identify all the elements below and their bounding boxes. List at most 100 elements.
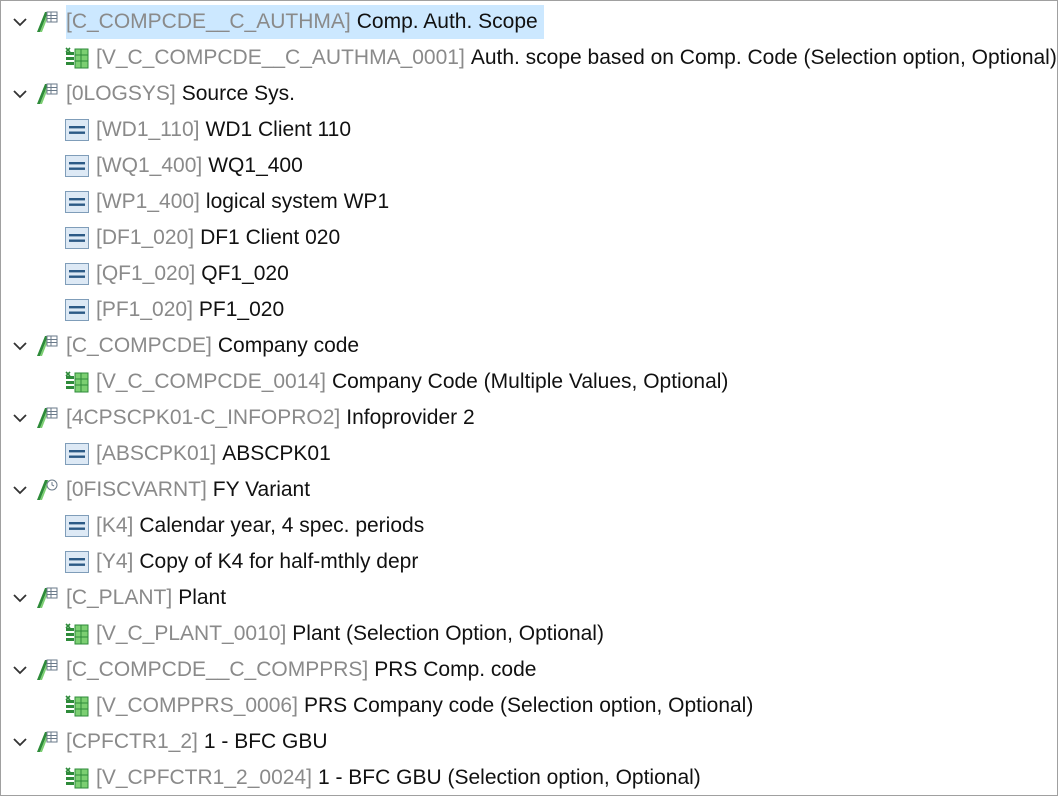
value-icon <box>64 225 90 251</box>
variable-icon <box>64 369 90 395</box>
description: PRS Comp. code <box>374 658 537 681</box>
tree-node-label: [WQ1_400] WQ1_400 <box>96 149 303 183</box>
chevron-down-icon[interactable] <box>6 652 34 688</box>
tree-child-node[interactable]: [WQ1_400] WQ1_400 <box>2 148 1056 184</box>
technical-name: [V_C_COMPCDE_0014] <box>96 370 326 393</box>
description: 1 - BFC GBU <box>203 730 328 753</box>
technical-name: [4CPSCPK01-C_INFOPRO2] <box>66 406 341 429</box>
tree-view[interactable]: [C_COMPCDE__C_AUTHMA] Comp. Auth. Scope [V… <box>0 0 1058 796</box>
tree-child-node[interactable]: [V_CPFCTR1_2_0024] 1 - BFC GBU (Selection… <box>2 760 1056 795</box>
technical-name: [WP1_400] <box>96 190 200 213</box>
technical-name: [Y4] <box>96 550 134 573</box>
tree-child-node[interactable]: [V_COMPPRS_0006] PRS Company code (Select… <box>2 688 1056 724</box>
technical-name: [K4] <box>96 514 134 537</box>
tree-node-label: [CPFCTR1_2] 1 - BFC GBU <box>66 725 328 759</box>
technical-name: [C_COMPCDE] <box>66 334 212 357</box>
chevron-down-icon[interactable] <box>6 724 34 760</box>
technical-name: [V_C_PLANT_0010] <box>96 622 287 645</box>
description: Calendar year, 4 spec. periods <box>139 514 425 537</box>
tree-node-label: [DF1_020] DF1 Client 020 <box>96 221 340 255</box>
value-icon <box>64 153 90 179</box>
description: Infoprovider 2 <box>346 406 475 429</box>
value-icon <box>64 441 90 467</box>
tree-child-node[interactable]: [QF1_020] QF1_020 <box>2 256 1056 292</box>
tree-child-node[interactable]: [V_C_PLANT_0010] Plant (Selection Option,… <box>2 616 1056 652</box>
tree-node-label: [C_COMPCDE] Company code <box>66 329 359 363</box>
value-icon <box>64 261 90 287</box>
tree-node-label: [WP1_400] logical system WP1 <box>96 185 389 219</box>
tree-child-node[interactable]: [DF1_020] DF1 Client 020 <box>2 220 1056 256</box>
description: logical system WP1 <box>205 190 390 213</box>
tree-child-node[interactable]: [V_C_COMPCDE__C_AUTHMA_0001] Auth. scope … <box>2 40 1057 76</box>
tree-node-label: [V_COMPPRS_0006] PRS Company code (Select… <box>96 689 753 723</box>
characteristic-icon <box>34 333 60 359</box>
technical-name: [PF1_020] <box>96 298 193 321</box>
technical-name: [DF1_020] <box>96 226 195 249</box>
tree-node-label: [QF1_020] QF1_020 <box>96 257 289 291</box>
time-characteristic-icon <box>34 477 60 503</box>
description: Copy of K4 for half-mthly depr <box>139 550 419 573</box>
value-icon <box>64 297 90 323</box>
tree-node-label: [0LOGSYS] Source Sys. <box>66 77 295 111</box>
tree-child-node[interactable]: [V_C_COMPCDE_0014] Company Code (Multiple… <box>2 364 1056 400</box>
description: Auth. scope based on Comp. Code (Selecti… <box>470 46 1057 69</box>
technical-name: [QF1_020] <box>96 262 196 285</box>
tree-node[interactable]: [C_COMPCDE] Company code <box>2 328 1056 364</box>
value-icon <box>64 513 90 539</box>
tree-node[interactable]: [0FISCVARNT] FY Variant <box>2 472 1056 508</box>
technical-name: [V_COMPPRS_0006] <box>96 694 298 717</box>
characteristic-icon <box>34 729 60 755</box>
description: Source Sys. <box>181 82 295 105</box>
tree-node-label: [K4] Calendar year, 4 spec. periods <box>96 509 424 543</box>
technical-name: [ABSCPK01] <box>96 442 217 465</box>
description: Plant (Selection Option, Optional) <box>292 622 604 645</box>
technical-name: [C_COMPCDE__C_AUTHMA] <box>66 10 351 33</box>
description: Company code <box>217 334 360 357</box>
technical-name: [WQ1_400] <box>96 154 203 177</box>
tree-node[interactable]: [C_COMPCDE__C_AUTHMA] Comp. Auth. Scope <box>2 4 1056 40</box>
variable-icon <box>64 45 90 71</box>
tree-node-label: [4CPSCPK01-C_INFOPRO2] Infoprovider 2 <box>66 401 475 435</box>
description: FY Variant <box>212 478 311 501</box>
tree-node-label: [C_COMPCDE__C_AUTHMA] Comp. Auth. Scope <box>66 5 544 39</box>
description: WD1 Client 110 <box>205 118 352 141</box>
tree-node[interactable]: [0LOGSYS] Source Sys. <box>2 76 1056 112</box>
tree-node-label: [C_PLANT] Plant <box>66 581 226 615</box>
variable-icon <box>64 765 90 791</box>
technical-name: [CPFCTR1_2] <box>66 730 198 753</box>
chevron-down-icon[interactable] <box>6 580 34 616</box>
description: QF1_020 <box>201 262 289 285</box>
characteristic-icon <box>34 405 60 431</box>
chevron-down-icon[interactable] <box>6 4 34 40</box>
tree-node-label: [PF1_020] PF1_020 <box>96 293 284 327</box>
tree-node[interactable]: [4CPSCPK01-C_INFOPRO2] Infoprovider 2 <box>2 400 1056 436</box>
tree-node[interactable]: [C_COMPCDE__C_COMPPRS] PRS Comp. code <box>2 652 1056 688</box>
value-icon <box>64 549 90 575</box>
technical-name: [C_PLANT] <box>66 586 173 609</box>
tree-child-node[interactable]: [PF1_020] PF1_020 <box>2 292 1056 328</box>
tree-node-label: [WD1_110] WD1 Client 110 <box>96 113 351 147</box>
tree-child-node[interactable]: [K4] Calendar year, 4 spec. periods <box>2 508 1056 544</box>
tree-child-node[interactable]: [Y4] Copy of K4 for half-mthly depr <box>2 544 1056 580</box>
variable-icon <box>64 693 90 719</box>
characteristic-icon <box>34 585 60 611</box>
chevron-down-icon[interactable] <box>6 76 34 112</box>
description: ABSCPK01 <box>222 442 331 465</box>
tree-child-node[interactable]: [WD1_110] WD1 Client 110 <box>2 112 1056 148</box>
chevron-down-icon[interactable] <box>6 400 34 436</box>
chevron-down-icon[interactable] <box>6 328 34 364</box>
tree-child-node[interactable]: [WP1_400] logical system WP1 <box>2 184 1056 220</box>
technical-name: [V_CPFCTR1_2_0024] <box>96 766 312 789</box>
variable-icon <box>64 621 90 647</box>
tree-child-node[interactable]: [ABSCPK01] ABSCPK01 <box>2 436 1056 472</box>
value-icon <box>64 117 90 143</box>
technical-name: [WD1_110] <box>96 118 200 141</box>
tree-node-label: [0FISCVARNT] FY Variant <box>66 473 310 507</box>
description: 1 - BFC GBU (Selection option, Optional) <box>317 766 701 789</box>
chevron-down-icon[interactable] <box>6 472 34 508</box>
tree-node[interactable]: [C_PLANT] Plant <box>2 580 1056 616</box>
technical-name: [V_C_COMPCDE__C_AUTHMA_0001] <box>96 46 465 69</box>
characteristic-icon <box>34 657 60 683</box>
tree-node[interactable]: [CPFCTR1_2] 1 - BFC GBU <box>2 724 1056 760</box>
description: Comp. Auth. Scope <box>356 10 538 33</box>
